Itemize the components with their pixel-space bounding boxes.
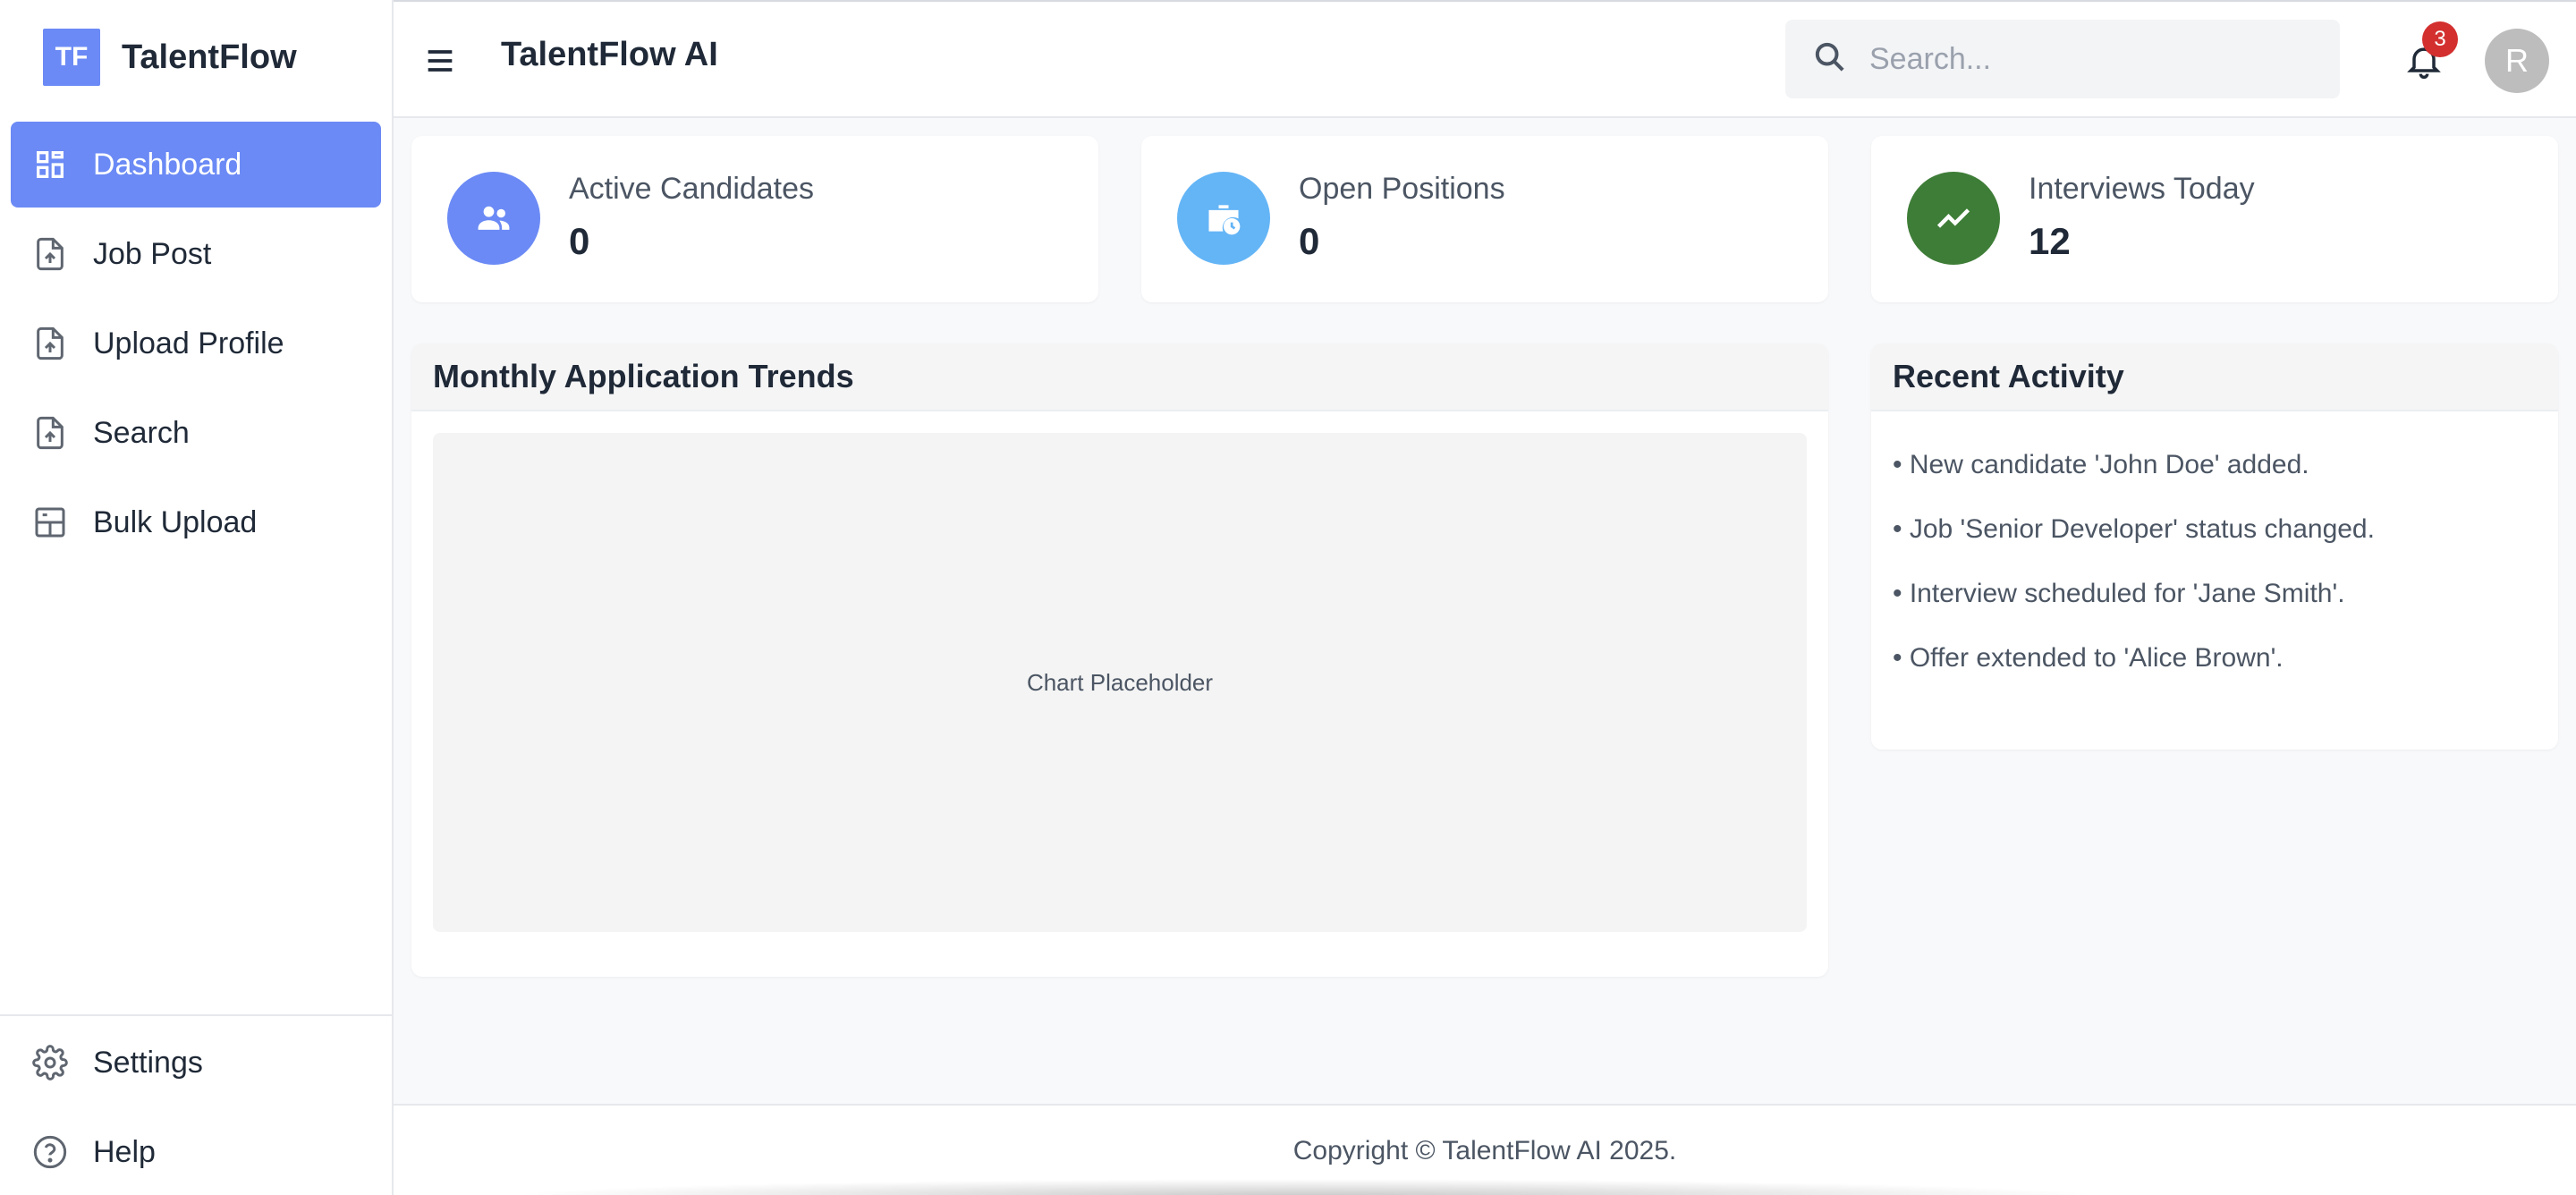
menu-button[interactable] xyxy=(419,39,462,82)
notification-badge: 3 xyxy=(2422,21,2458,57)
hamburger-icon xyxy=(428,50,453,72)
sidebar-item-label: Search xyxy=(93,415,190,450)
stat-value: 12 xyxy=(2029,220,2071,262)
avatar[interactable]: R xyxy=(2485,29,2549,93)
brand-name: TalentFlow xyxy=(122,38,297,76)
sidebar-item-upload-profile[interactable]: Upload Profile xyxy=(11,301,381,386)
copyright-text: Copyright © TalentFlow AI 2025. xyxy=(1292,1136,1677,1165)
footer: Copyright © TalentFlow AI 2025. xyxy=(394,1104,2576,1195)
file-upload-icon xyxy=(32,415,68,451)
panel-title: Monthly Application Trends xyxy=(411,343,1828,411)
sidebar-item-search[interactable]: Search xyxy=(11,390,381,476)
gear-icon xyxy=(32,1045,68,1081)
panel-title: Recent Activity xyxy=(1871,343,2558,411)
activity-panel: Recent Activity New candidate 'John Doe'… xyxy=(1871,343,2558,750)
trends-panel: Monthly Application Trends Chart Placeho… xyxy=(411,343,1828,977)
dashboard-icon xyxy=(32,147,68,182)
list-item: Job 'Senior Developer' status changed. xyxy=(1893,497,2537,562)
sidebar-item-label: Settings xyxy=(93,1045,203,1080)
stat-value: 0 xyxy=(1299,220,1320,262)
list-item: Offer extended to 'Alice Brown'. xyxy=(1893,626,2537,691)
brand-logo: TF xyxy=(43,29,100,86)
stat-value: 0 xyxy=(569,220,590,262)
layout-icon xyxy=(32,504,68,540)
activity-list: New candidate 'John Doe' added. Job 'Sen… xyxy=(1871,411,2558,691)
sidebar: TF TalentFlow Dashboard Job Post Upload … xyxy=(0,0,394,1195)
sidebar-bottom: Settings Help xyxy=(0,1014,392,1195)
app: TF TalentFlow Dashboard Job Post Upload … xyxy=(0,0,2576,1195)
sidebar-item-label: Help xyxy=(93,1134,156,1169)
stat-card-interviews-today: Interviews Today 12 xyxy=(1871,136,2558,302)
sidebar-item-job-post[interactable]: Job Post xyxy=(11,211,381,297)
sidebar-item-help[interactable]: Help xyxy=(11,1109,381,1195)
sidebar-item-label: Bulk Upload xyxy=(93,504,258,539)
sidebar-item-label: Upload Profile xyxy=(93,326,284,360)
sidebar-item-dashboard[interactable]: Dashboard xyxy=(11,122,381,208)
sidebar-item-label: Job Post xyxy=(93,236,212,271)
brand[interactable]: TF TalentFlow xyxy=(43,29,297,86)
sidebar-item-settings[interactable]: Settings xyxy=(11,1020,381,1106)
search-input[interactable] xyxy=(1869,41,2317,77)
stat-label: Active Candidates xyxy=(569,172,815,206)
list-item: New candidate 'John Doe' added. xyxy=(1893,433,2537,497)
list-item: Interview scheduled for 'Jane Smith'. xyxy=(1893,562,2537,626)
footer-shadow xyxy=(501,1179,2111,1195)
sidebar-nav: Dashboard Job Post Upload Profile Search xyxy=(11,122,381,569)
search-box[interactable] xyxy=(1785,20,2340,98)
briefcase-clock-icon xyxy=(1177,172,1270,265)
sidebar-item-label: Dashboard xyxy=(93,147,242,182)
stat-card-open-positions: Open Positions 0 xyxy=(1141,136,1828,302)
search-icon xyxy=(1812,39,1848,80)
trending-up-icon xyxy=(1907,172,2000,265)
file-upload-icon xyxy=(32,236,68,272)
stat-label: Open Positions xyxy=(1299,172,1505,206)
stat-label: Interviews Today xyxy=(2029,172,2255,206)
help-icon xyxy=(32,1134,68,1170)
chart-placeholder: Chart Placeholder xyxy=(433,433,1807,932)
file-upload-icon xyxy=(32,326,68,361)
top-header: TalentFlow AI 3 R xyxy=(394,0,2576,118)
sidebar-item-bulk-upload[interactable]: Bulk Upload xyxy=(11,479,381,565)
people-icon xyxy=(447,172,540,265)
stat-card-active-candidates: Active Candidates 0 xyxy=(411,136,1098,302)
page-title: TalentFlow AI xyxy=(501,36,718,73)
